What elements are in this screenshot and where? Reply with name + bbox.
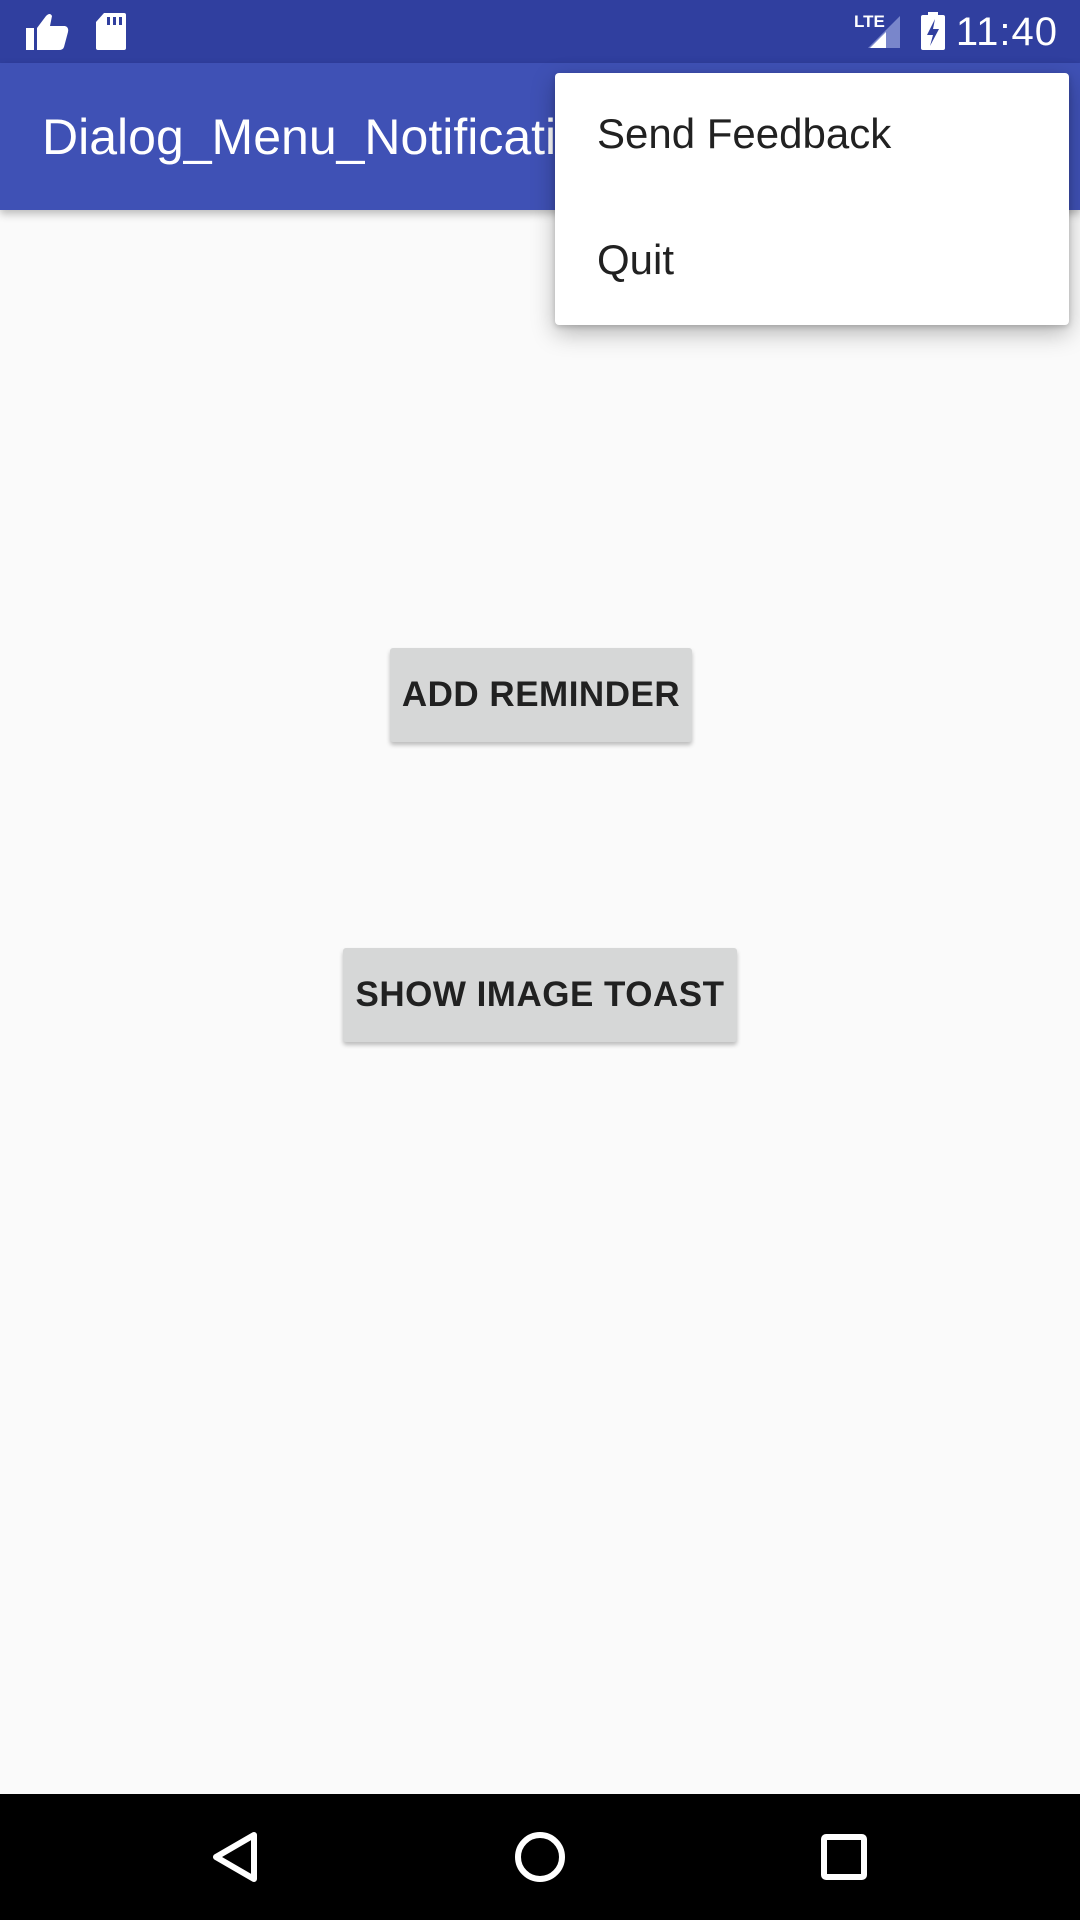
menu-item-quit-label: Quit — [597, 236, 675, 283]
recents-icon[interactable] — [804, 1817, 884, 1897]
lte-signal-icon — [868, 16, 900, 48]
overflow-menu: Send Feedback Quit — [555, 73, 1069, 325]
menu-item-quit[interactable]: Quit — [555, 199, 1069, 325]
show-image-toast-button[interactable]: SHOW IMAGE TOAST — [343, 948, 737, 1042]
status-time: 11:40 — [955, 10, 1058, 54]
app-title: Dialog_Menu_Notification — [42, 109, 612, 165]
back-icon[interactable] — [196, 1817, 276, 1897]
home-icon[interactable] — [500, 1817, 580, 1897]
battery-charging-icon — [921, 12, 945, 50]
sd-card-icon — [96, 13, 126, 50]
thumbs-up-icon — [26, 14, 69, 50]
menu-item-send-feedback-label: Send Feedback — [597, 110, 892, 157]
navigation-bar — [0, 1794, 1080, 1920]
add-reminder-button[interactable]: ADD REMINDER — [390, 648, 692, 742]
status-bar: LTE 11:40 — [0, 0, 1080, 63]
menu-item-send-feedback[interactable]: Send Feedback — [555, 73, 1069, 199]
